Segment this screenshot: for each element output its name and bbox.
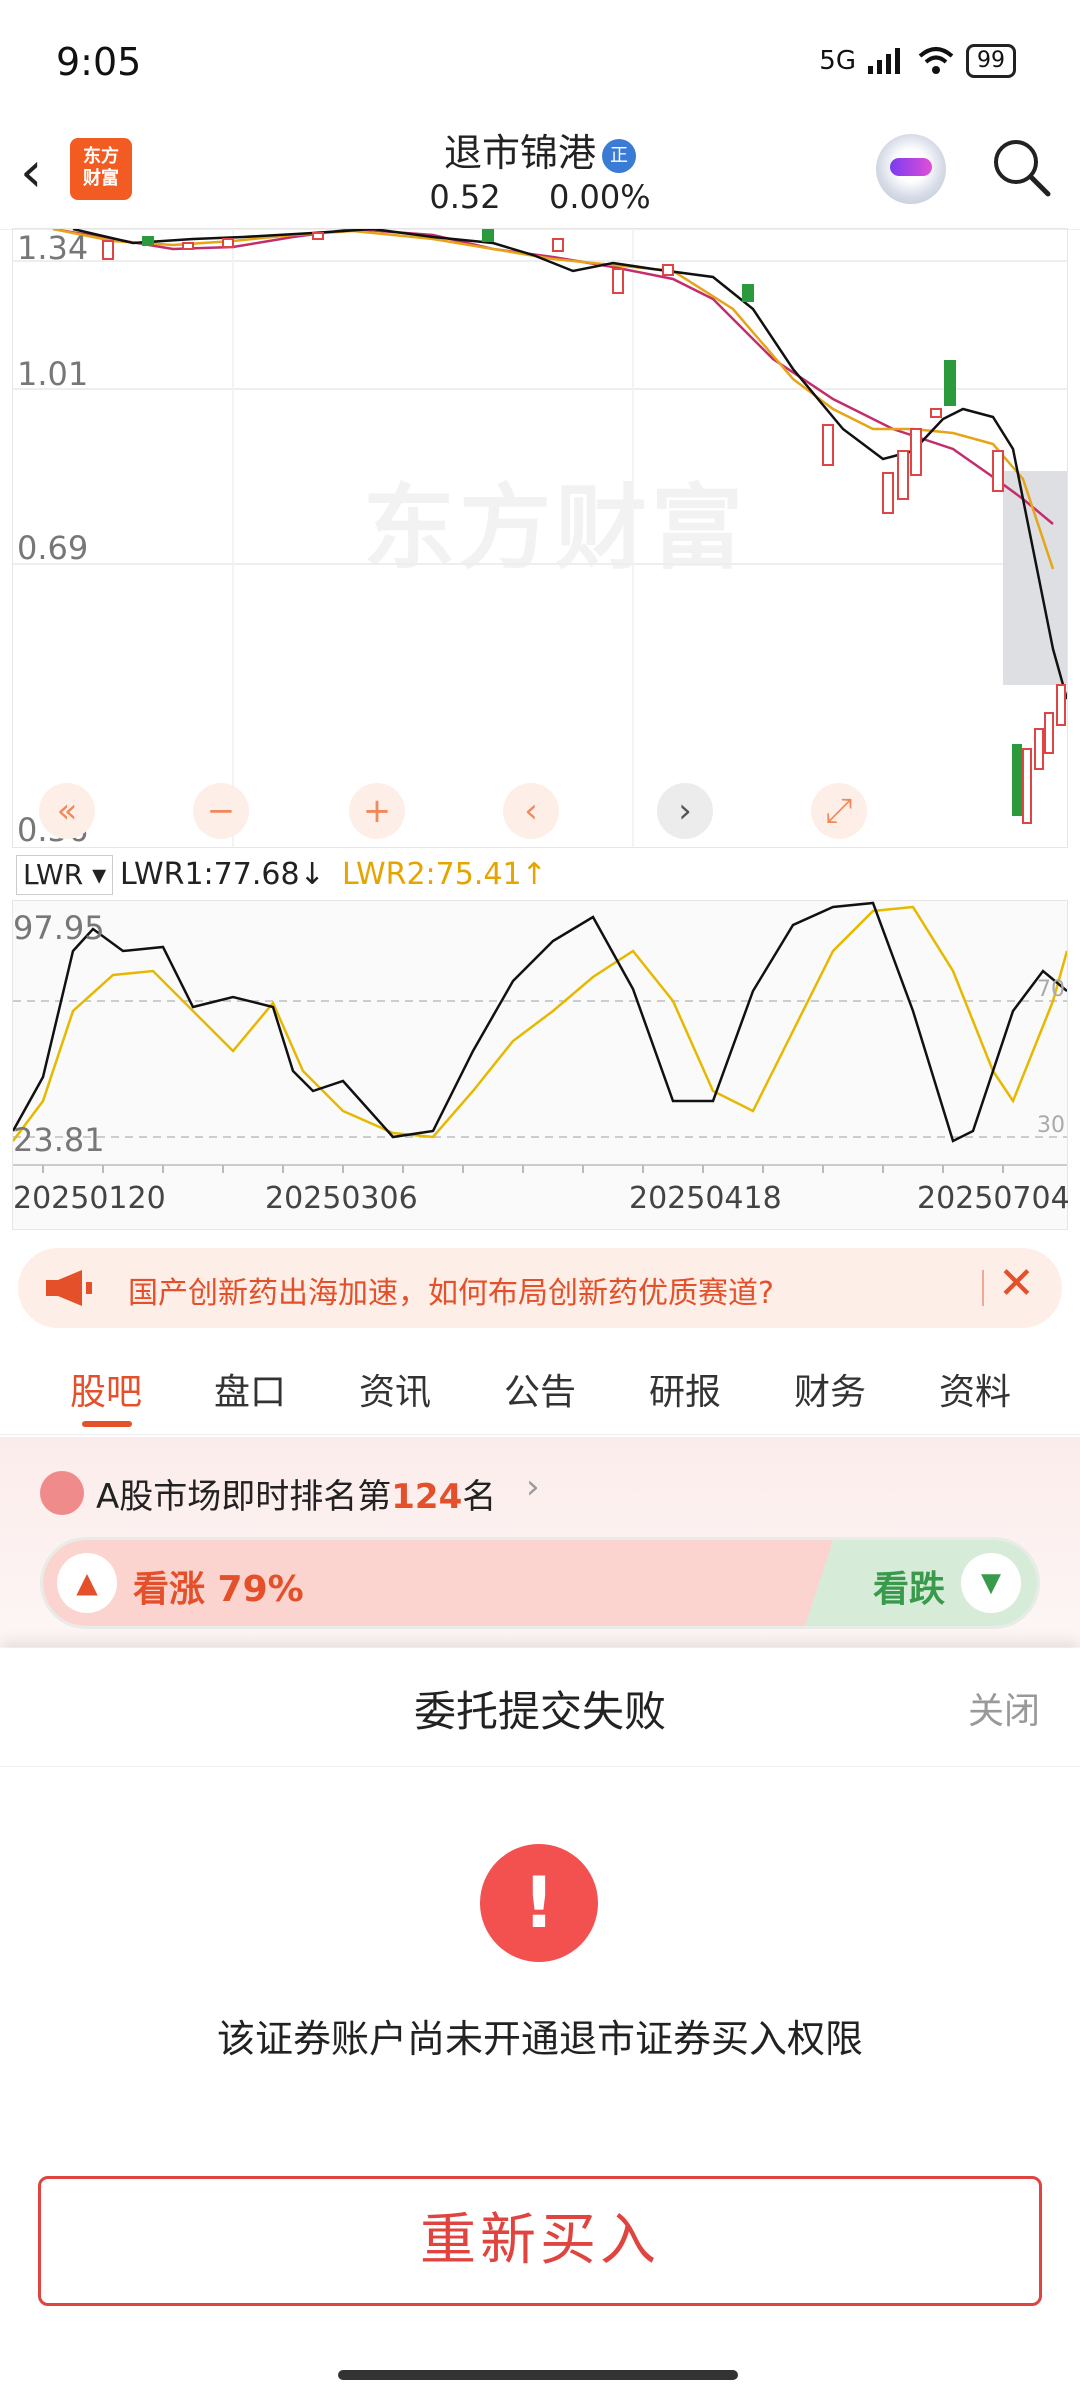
prev-button[interactable]: ‹ [503, 783, 559, 839]
order-failed-sheet: 委托提交失败 关闭 ! 该证券账户尚未开通退市证券买入权限 重新买入 [0, 1648, 1080, 2400]
announcement-banner[interactable]: 国产创新药出海加速，如何布局创新药优质赛道? ✕ [18, 1248, 1062, 1328]
tab-finance[interactable]: 财务 [780, 1363, 880, 1415]
indicator-y-bottom: 23.81 [13, 1121, 105, 1159]
signal-icon [868, 48, 900, 74]
megaphone-icon [46, 1270, 92, 1306]
banner-text[interactable]: 国产创新药出海加速，如何布局创新药优质赛道? [128, 1268, 774, 1312]
stock-header: ‹ 东方 财富 退市锦港正 0.52 0.00% [0, 120, 1080, 230]
modal-message: 该证券账户尚未开通退市证券买入权限 [216, 2017, 863, 2061]
tab-guba[interactable]: 股吧 [56, 1363, 156, 1415]
network-label: 5G [819, 46, 856, 76]
status-icons: 5G 99 [819, 44, 1016, 78]
date-label: 20250306 [265, 1181, 418, 1216]
status-badge: 正 [602, 138, 636, 173]
home-indicator[interactable] [338, 2370, 738, 2380]
kline-plot [13, 229, 1067, 847]
date-label: 20250418 [629, 1181, 782, 1216]
indicator-select[interactable]: LWR ▾ [16, 855, 114, 895]
wifi-icon [918, 47, 954, 74]
modal-divider [0, 1766, 1080, 1767]
arrow-down-icon[interactable]: ▼ [961, 1553, 1021, 1613]
close-icon[interactable]: ✕ [998, 1258, 1035, 1309]
active-tab-indicator [82, 1421, 132, 1427]
date-label: 20250120 [13, 1181, 166, 1216]
y-axis-label: 0.69 [17, 529, 89, 567]
tab-profile[interactable]: 资料 [925, 1363, 1025, 1415]
tab-announcements[interactable]: 公告 [490, 1363, 590, 1415]
rebuy-button[interactable]: 重新买入 [38, 2176, 1042, 2306]
kline-chart[interactable]: 东方财富 1.34 1.01 0.69 « − + ‹ › ⤢ [12, 228, 1068, 849]
sentiment-vote-bar: ▲ 看涨 79% 看跌 ▼ [40, 1537, 1040, 1629]
ranking-text[interactable]: A股市场即时排名第124名 [96, 1469, 496, 1518]
content-tabs: 股吧 盘口 资讯 公告 研报 财务 资料 [0, 1345, 1080, 1435]
ref-line-70: 70 [1037, 977, 1065, 1002]
modal-close-button[interactable]: 关闭 [968, 1682, 1040, 1734]
ref-line-30: 30 [1037, 1113, 1065, 1138]
battery-icon: 99 [966, 44, 1016, 78]
search-icon[interactable] [986, 132, 1056, 202]
tab-news[interactable]: 资讯 [345, 1363, 445, 1415]
lwr-indicator-chart[interactable]: 97.95 23.81 70 30 20250120 20250306 2025… [12, 900, 1070, 1230]
tab-research[interactable]: 研报 [635, 1363, 735, 1415]
zoom-in-button[interactable]: + [349, 783, 405, 839]
ai-assistant-icon[interactable] [876, 134, 946, 204]
lwr2-value: LWR2:75.41↑ [342, 857, 547, 892]
y-axis-label: 1.01 [17, 355, 89, 393]
lwr1-value: LWR1:77.68↓ [120, 857, 325, 892]
stock-change: 0.00% [548, 178, 651, 216]
tab-pankou[interactable]: 盘口 [200, 1363, 300, 1415]
chevron-right-icon[interactable]: › [526, 1467, 540, 1507]
next-button[interactable]: › [657, 783, 713, 839]
chart-bars-icon [40, 1471, 84, 1515]
alert-icon: ! [480, 1844, 598, 1962]
modal-title: 委托提交失败 [413, 1687, 666, 1736]
y-axis-label: 1.34 [17, 229, 89, 267]
stock-price: 0.52 [429, 178, 501, 216]
arrow-up-icon[interactable]: ▲ [57, 1553, 117, 1613]
zoom-out-button[interactable]: − [193, 783, 249, 839]
stock-name: 退市锦港 [443, 131, 596, 175]
date-label: 20250704 [917, 1181, 1070, 1216]
lwr-plot [13, 901, 1067, 1173]
vote-up-label[interactable]: 看涨 79% [133, 1560, 304, 1612]
fullscreen-button[interactable]: ⤢ [811, 783, 867, 839]
market-ranking-card: A股市场即时排名第124名 › ▲ 看涨 79% 看跌 ▼ [0, 1437, 1080, 1647]
indicator-y-top: 97.95 [13, 909, 105, 947]
banner-divider [982, 1270, 984, 1306]
vote-down-label[interactable]: 看跌 [873, 1560, 945, 1612]
scroll-start-button[interactable]: « [39, 783, 95, 839]
status-bar: 9:05 5G 99 [0, 0, 1080, 120]
status-time: 9:05 [56, 40, 142, 84]
indicator-header: LWR ▾ LWR1:77.68↓ LWR2:75.41↑ [12, 855, 1068, 899]
